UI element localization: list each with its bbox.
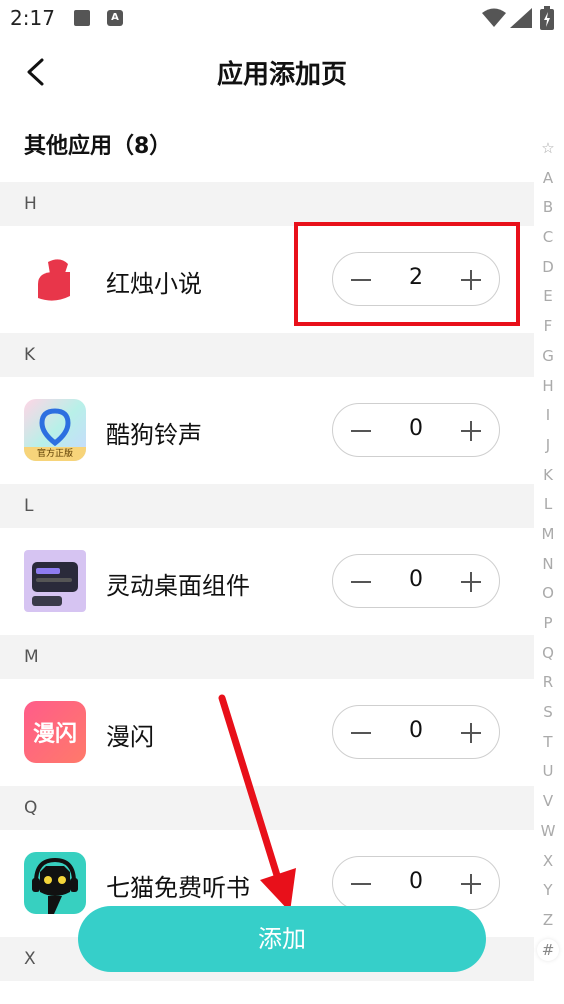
app-name: 灵动桌面组件 <box>106 572 250 600</box>
alphabet-index[interactable]: ☆ A B C D E F G H I J K L M N O P Q R S … <box>536 134 560 961</box>
group-letter: L <box>24 496 34 516</box>
index-letter[interactable]: Y <box>536 876 560 906</box>
red-arrow-icon <box>218 694 296 912</box>
group-header-l: L <box>0 484 534 528</box>
index-letter[interactable]: R <box>536 668 560 698</box>
section-title: 其他应用（8） <box>24 134 172 159</box>
index-letter[interactable]: U <box>536 757 560 787</box>
index-letter[interactable]: M <box>536 520 560 550</box>
group-letter: Q <box>24 798 38 818</box>
page-title: 应用添加页 <box>216 60 347 90</box>
index-letter[interactable]: W <box>536 817 560 847</box>
group-header-k: K <box>0 333 534 377</box>
index-letter[interactable]: G <box>536 342 560 372</box>
quantity-stepper: 0 <box>332 403 500 457</box>
index-letter[interactable]: P <box>536 609 560 639</box>
notification-square-icon <box>74 10 90 26</box>
icon-caption: 官方正版 <box>36 449 73 459</box>
group-header-m: M <box>0 635 534 679</box>
list-item: 官方正版 酷狗铃声 0 <box>0 377 534 484</box>
icon-text: 漫闪 <box>32 722 77 747</box>
qimao-audiobook-icon <box>24 852 86 914</box>
app-name: 酷狗铃声 <box>106 421 202 449</box>
index-letter[interactable]: O <box>536 579 560 609</box>
index-letter[interactable]: L <box>536 490 560 520</box>
list-item: 灵动桌面组件 0 <box>0 528 534 635</box>
plus-icon[interactable] <box>459 570 483 594</box>
quantity-stepper: 0 <box>332 554 500 608</box>
index-letter[interactable]: C <box>536 223 560 253</box>
group-letter: H <box>24 194 37 214</box>
quantity-stepper: 0 <box>332 705 500 759</box>
kugou-ringtone-icon: 官方正版 <box>24 399 86 461</box>
status-time: 2:17 <box>10 6 55 30</box>
notification-a-icon: A <box>107 10 123 26</box>
index-star[interactable]: ☆ <box>536 134 560 164</box>
group-letter: M <box>24 647 39 667</box>
group-letter: X <box>24 949 36 969</box>
index-letter[interactable]: A <box>536 164 560 194</box>
index-letter[interactable]: E <box>536 282 560 312</box>
index-letter[interactable]: N <box>536 550 560 580</box>
index-letter[interactable]: T <box>536 728 560 758</box>
app-name: 红烛小说 <box>106 270 202 298</box>
index-letter[interactable]: B <box>536 193 560 223</box>
plus-icon[interactable] <box>459 721 483 745</box>
add-button[interactable]: 添加 <box>78 906 486 972</box>
battery-icon <box>540 6 554 30</box>
status-bar: 2:17 A <box>0 0 564 36</box>
index-letter[interactable]: J <box>536 431 560 461</box>
lingdong-widget-icon <box>24 550 86 612</box>
index-letter[interactable]: I <box>536 401 560 431</box>
wifi-icon <box>482 8 506 27</box>
index-letter[interactable]: X <box>536 847 560 877</box>
index-letter[interactable]: Z <box>536 906 560 936</box>
index-letter[interactable]: Q <box>536 639 560 669</box>
signal-icon <box>510 8 532 28</box>
highlight-box <box>294 222 520 326</box>
index-letter[interactable]: S <box>536 698 560 728</box>
index-letter[interactable]: K <box>536 461 560 491</box>
hongzhu-novel-icon <box>24 248 86 310</box>
plus-icon[interactable] <box>459 419 483 443</box>
index-letter[interactable]: V <box>536 787 560 817</box>
index-letter[interactable]: H <box>536 372 560 402</box>
app-name: 漫闪 <box>106 723 154 751</box>
index-letter[interactable]: D <box>536 253 560 283</box>
group-letter: K <box>24 345 36 365</box>
index-letter[interactable]: F <box>536 312 560 342</box>
plus-icon[interactable] <box>459 872 483 896</box>
index-hash[interactable]: # <box>537 938 559 961</box>
group-header-h: H <box>0 182 534 226</box>
manshan-icon: 漫闪 <box>24 701 86 763</box>
quantity-stepper: 0 <box>332 856 500 910</box>
